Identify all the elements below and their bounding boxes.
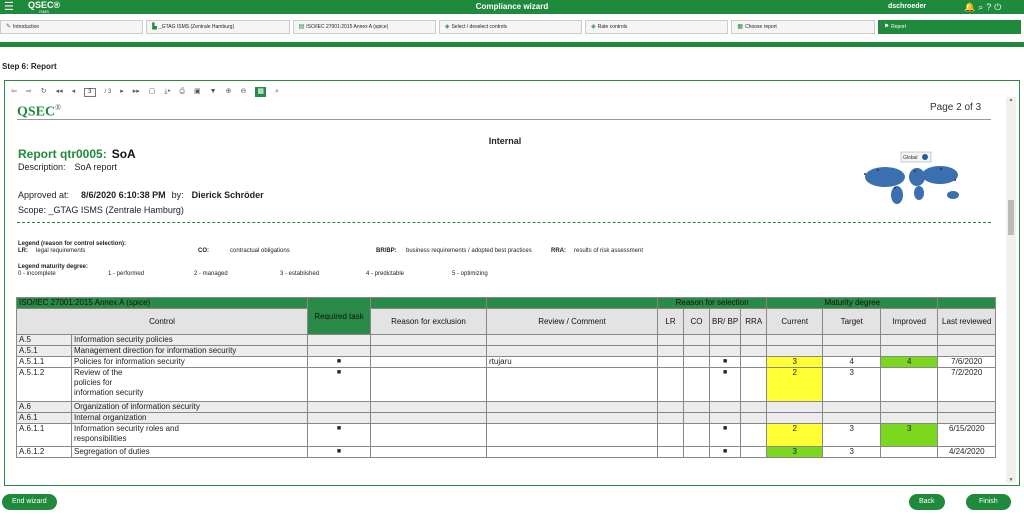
end-wizard-button[interactable]: End wizard [2, 494, 57, 510]
step-introduction[interactable]: ✎ Introduction [0, 20, 144, 34]
print-icon[interactable]: ⎙ [179, 87, 185, 97]
viewer-toolbar: ⇦ ⇨ ↻ ◂◂ ◂ 3 / 3 ▸ ▸▸ ▢ ⤓▾ ⎙ ▣ ▼ ⊕ ⊖ ▦ ⌕ [11, 87, 279, 97]
legend-reason-row: LR: legal requirements CO: contractual obl… [18, 248, 644, 254]
scroll-up-icon[interactable]: ▲ [1006, 97, 1016, 103]
save-icon[interactable]: ▣ [194, 87, 201, 97]
page-count: / 3 [104, 89, 112, 95]
scroll-down-icon[interactable]: ▼ [1006, 477, 1016, 483]
vertical-scrollbar[interactable]: ▲ ▼ [1006, 97, 1016, 483]
wizard-progress [0, 42, 1024, 47]
view-mode-icon[interactable]: ▦ [255, 87, 266, 97]
pencil-icon: ✎ [6, 24, 12, 30]
export-icon[interactable]: ⤓▾ [164, 87, 170, 97]
document-icon: ▤ [298, 24, 305, 30]
rating-icon: ◈ [591, 24, 596, 30]
header-divider [17, 119, 991, 120]
classification-label: Internal [488, 136, 522, 146]
co-header: CO [683, 308, 710, 335]
legend-reason-title: Legend (reason for control selection): [18, 241, 127, 247]
rra-header: RRA [740, 308, 768, 335]
current-header: Current [766, 308, 824, 335]
section-divider [17, 222, 991, 223]
refresh-icon[interactable]: ↻ [41, 87, 47, 97]
controls-icon: ◈ [444, 24, 450, 30]
reason-group-header: Reason for selection [656, 297, 768, 309]
logout-icon[interactable]: ⏻ [994, 2, 1004, 12]
review-comment-header: Review / Comment [486, 308, 658, 335]
legend-maturity-row: 0 - incomplete 1 - performed 2 - managed 3 … [18, 271, 488, 277]
last-page-icon[interactable]: ▸▸ [133, 87, 140, 97]
table-row: A.6.1.2 Segregation of duties ■ ■ 3 3 4/2… [16, 446, 997, 458]
control-header: Control [16, 308, 308, 335]
table-row: A.6.1.1 Information security roles and re… [16, 423, 997, 447]
step-rate-controls[interactable]: ◈ Rate controls [585, 20, 729, 34]
page-indicator: Page 2 of 3 [930, 102, 982, 113]
table-row: A.6.1 Internal organization [16, 412, 997, 424]
bell-icon[interactable]: 🔔 [964, 2, 978, 12]
target-header: Target [822, 308, 882, 335]
finish-button[interactable]: Finish [966, 494, 1011, 510]
approval-info: Approved at: 8/6/2020 6:10:38 PM by: Dieric… [18, 190, 264, 200]
report-viewer: ⇦ ⇨ ↻ ◂◂ ◂ 3 / 3 ▸ ▸▸ ▢ ⤓▾ ⎙ ▣ ▼ ⊕ ⊖ ▦ ⌕… [4, 80, 1020, 486]
table-row: A.5.1.2 Review of the policies for inform… [16, 367, 997, 402]
legend: Legend (reason for control selection): L… [18, 241, 718, 279]
previous-page-icon[interactable]: ◂ [72, 87, 76, 97]
find-icon[interactable]: ⌕ [275, 87, 279, 97]
page-title: Step 6: Report [2, 62, 57, 71]
flag-icon: ⚑ [883, 24, 890, 30]
table-row: A.5 Information security policies [16, 334, 997, 346]
reason-exclusion-header: Reason for exclusion [370, 308, 487, 335]
improved-header: Improved [880, 308, 939, 335]
app-title: Compliance wizard [475, 2, 549, 11]
svg-text:Global: Global [903, 155, 917, 161]
page-number-input[interactable]: 3 [84, 87, 96, 97]
back-arrow-icon[interactable]: ⇦ [11, 87, 17, 97]
page-icon[interactable]: ▢ [149, 87, 156, 97]
zoom-out-icon[interactable]: ⊖ [240, 87, 246, 97]
last-reviewed-header: Last reviewed [937, 308, 997, 335]
step-select-controls[interactable]: ◈ Select / deselect controls [438, 20, 583, 34]
forward-arrow-icon[interactable]: ⇨ [26, 87, 32, 97]
back-button[interactable]: Back [909, 494, 945, 510]
progress-fill [0, 42, 1024, 47]
brbp-header: BR/ BP [708, 308, 742, 335]
building-icon: ▙ [152, 24, 157, 30]
step-framework[interactable]: ▤ ISO/IEC 27001:2015 Annex A (spice) [292, 20, 436, 34]
scrollbar-thumb[interactable] [1008, 200, 1014, 235]
wizard-steps: ✎ Introduction ▙ _GTAG ISMS (Zentrale Hamb… [0, 20, 1024, 34]
legend-maturity-title: Legend maturity degree: [18, 264, 89, 270]
report-scope: Scope: _GTAG ISMS (Zentrale Hamburg) [18, 205, 184, 215]
report-logo: QSEC® [17, 103, 62, 120]
user-name[interactable]: dschroeder [888, 0, 926, 14]
table-row: A.6 Organization of information security [16, 401, 997, 413]
next-page-icon[interactable]: ▸ [120, 87, 124, 97]
report-icon: ▦ [737, 24, 744, 30]
maturity-group-header: Maturity degree [766, 297, 939, 309]
framework-header: ISO/IEC 27001:2015 Annex A (spice) [16, 297, 308, 309]
step-choose-report[interactable]: ▦ Choose report [731, 20, 875, 34]
lr-header: LR [657, 308, 684, 335]
required-task-header: Required task [307, 297, 371, 335]
app-header: ☰ QSEC® ISMS Compliance wizard dschroeder… [0, 0, 1024, 14]
first-page-icon[interactable]: ◂◂ [56, 87, 63, 97]
table-row: A.5.1.1 Policies for information security… [16, 356, 997, 368]
step-scope[interactable]: ▙ _GTAG ISMS (Zentrale Hamburg) [146, 20, 290, 34]
filter-icon[interactable]: ▼ [210, 87, 217, 97]
world-map-image: Global [864, 151, 959, 204]
zoom-in-icon[interactable]: ⊕ [226, 87, 232, 97]
report-description: Description: SoA report [18, 162, 118, 172]
soa-table: ISO/IEC 27001:2015 Annex A (spice) Requi… [16, 297, 997, 458]
step-report[interactable]: ⚑ Report [877, 20, 1021, 34]
table-row: A.5.1 Management direction for informatio… [16, 345, 997, 357]
report-title: Report qtr0005: SoA [18, 147, 136, 161]
